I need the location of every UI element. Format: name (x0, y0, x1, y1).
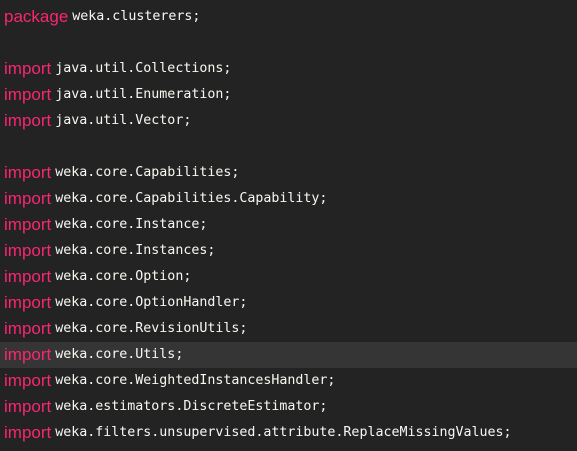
keyword-import: import (4, 85, 52, 104)
code-text: java.util.Enumeration; (55, 87, 232, 102)
code-editor[interactable]: package weka.clusterers; import java.uti… (0, 4, 577, 446)
keyword-import: import (4, 293, 52, 312)
code-text: weka.core.Instances; (55, 243, 216, 258)
keyword-import: import (4, 371, 52, 390)
code-text: java.util.Vector; (55, 113, 192, 128)
keyword-import: import (4, 345, 52, 364)
keyword-import: import (4, 241, 52, 260)
code-line-import[interactable]: import java.util.Collections; (0, 56, 577, 82)
code-text: weka.core.Option; (55, 269, 192, 284)
code-line-import[interactable]: import java.util.Vector; (0, 108, 577, 134)
code-line-blank[interactable] (0, 134, 577, 160)
keyword-import: import (4, 215, 52, 234)
code-line-import[interactable]: import weka.core.OptionHandler; (0, 290, 577, 316)
code-text: weka.core.Capabilities.Capability; (55, 191, 328, 206)
code-line-import[interactable]: import weka.estimators.DiscreteEstimator… (0, 394, 577, 420)
keyword-import: import (4, 189, 52, 208)
code-line-blank[interactable] (0, 30, 577, 56)
keyword-import: import (4, 319, 52, 338)
code-line-import[interactable]: import weka.core.Capabilities; (0, 160, 577, 186)
code-text: weka.core.WeightedInstancesHandler; (55, 373, 336, 388)
code-text: java.util.Collections; (55, 61, 232, 76)
keyword-package: package (4, 7, 69, 26)
code-text: weka.core.Utils; (55, 347, 184, 362)
code-line-import[interactable]: import weka.core.RevisionUtils; (0, 316, 577, 342)
code-text: weka.clusterers; (72, 9, 201, 24)
keyword-import: import (4, 163, 52, 182)
keyword-import: import (4, 59, 52, 78)
code-line-import[interactable]: import weka.filters.unsupervised.attribu… (0, 420, 577, 446)
keyword-import: import (4, 397, 52, 416)
code-text: weka.core.Instance; (55, 217, 208, 232)
code-line-import[interactable]: import weka.core.Instance; (0, 212, 577, 238)
keyword-import: import (4, 111, 52, 130)
code-text: weka.filters.unsupervised.attribute.Repl… (55, 425, 512, 440)
code-line-current[interactable]: import weka.core.Utils; (0, 342, 577, 368)
code-text: weka.estimators.DiscreteEstimator; (55, 399, 328, 414)
code-line-import[interactable]: import weka.core.Option; (0, 264, 577, 290)
code-line-import[interactable]: import weka.core.Instances; (0, 238, 577, 264)
code-text: weka.core.Capabilities; (55, 165, 240, 180)
keyword-import: import (4, 423, 52, 442)
code-line-import[interactable]: import java.util.Enumeration; (0, 82, 577, 108)
keyword-import: import (4, 267, 52, 286)
code-line-package[interactable]: package weka.clusterers; (0, 4, 577, 30)
code-text: weka.core.OptionHandler; (55, 295, 248, 310)
code-line-import[interactable]: import weka.core.Capabilities.Capability… (0, 186, 577, 212)
code-line-import[interactable]: import weka.core.WeightedInstancesHandle… (0, 368, 577, 394)
code-text: weka.core.RevisionUtils; (55, 321, 248, 336)
